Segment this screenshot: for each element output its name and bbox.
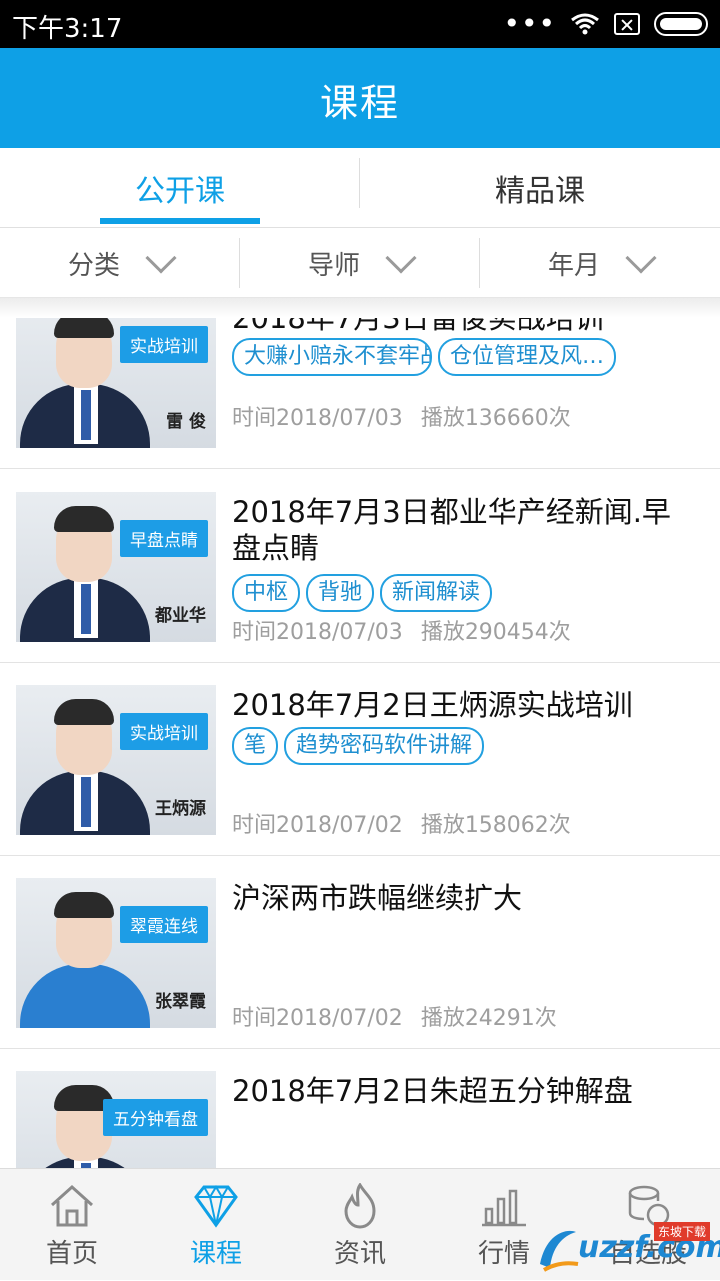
- course-tag[interactable]: 新闻解读: [380, 574, 493, 612]
- nav-label: 首页: [45, 1239, 98, 1269]
- course-tag[interactable]: 仓位管理及风…: [438, 338, 617, 376]
- course-thumbnail: 实战培训 王炳源: [16, 685, 216, 835]
- diamond-icon: [194, 1185, 238, 1228]
- mentor-name: 王炳源: [155, 799, 206, 819]
- filter-category[interactable]: 分类: [0, 228, 240, 298]
- mentor-name: 雷 俊: [166, 412, 206, 432]
- course-thumbnail: 五分钟看盘: [16, 1071, 216, 1168]
- course-tags: 大赚小赔永不套牢战法 仓位管理及风…: [232, 338, 617, 376]
- course-plays: 播放136660次: [420, 406, 571, 431]
- bar-chart-icon: [482, 1189, 526, 1227]
- no-sim-icon: [614, 13, 640, 35]
- tab-open-course[interactable]: 公开课: [0, 148, 360, 228]
- course-tag[interactable]: 背驰: [306, 574, 375, 612]
- course-tag[interactable]: 笔: [232, 727, 279, 765]
- filter-date-label: 年月: [547, 250, 600, 281]
- filter-shadow: [0, 298, 720, 318]
- battery-icon: [654, 12, 708, 36]
- course-meta: 时间2018/07/02 播放24291次: [232, 1000, 557, 1032]
- filter-bar: 分类 导师 年月: [0, 228, 720, 298]
- nav-news[interactable]: 资讯: [288, 1169, 432, 1281]
- course-tabs: 公开课 精品课: [0, 148, 720, 228]
- course-plays: 播放290454次: [420, 620, 571, 645]
- course-plays: 播放158062次: [420, 813, 571, 838]
- course-item[interactable]: 实战培训 王炳源 2018年7月2日王炳源实战培训 笔 趋势密码软件讲解 时间2…: [0, 663, 720, 856]
- course-item[interactable]: 早盘点睛 都业华 2018年7月3日都业华产经新闻.早盘点睛 中枢 背驰 新闻解…: [0, 470, 720, 663]
- course-tag[interactable]: 中枢: [232, 574, 301, 612]
- course-item[interactable]: 五分钟看盘 2018年7月2日朱超五分钟解盘: [0, 1049, 720, 1168]
- filter-category-label: 分类: [67, 250, 120, 281]
- chevron-down-icon: [625, 242, 657, 274]
- more-dots-icon: •••: [503, 7, 556, 40]
- course-title: 2018年7月2日朱超五分钟解盘: [232, 1074, 633, 1108]
- thumbnail-badge: 早盘点睛: [120, 520, 208, 557]
- nav-label: 资讯: [333, 1239, 386, 1269]
- course-time: 时间2018/07/02: [232, 1006, 403, 1031]
- course-thumbnail: 实战培训 雷 俊: [16, 318, 216, 448]
- course-meta: 时间2018/07/03 播放136660次: [232, 400, 571, 432]
- wifi-icon: [571, 13, 599, 35]
- mentor-name: 都业华: [155, 606, 206, 626]
- status-bar: 下午3:17 •••: [0, 0, 720, 48]
- status-time: 下午3:17: [12, 14, 123, 44]
- page-title: 课程: [319, 81, 400, 125]
- filter-date[interactable]: 年月: [480, 228, 720, 298]
- status-icons: •••: [503, 10, 708, 38]
- course-tags: 笔 趋势密码软件讲解: [232, 727, 485, 765]
- nav-home[interactable]: 首页: [0, 1169, 144, 1281]
- course-list[interactable]: 实战培训 雷 俊 2018年7月3日雷俊实战培训 大赚小赔永不套牢战法 仓位管理…: [0, 318, 720, 1168]
- fire-icon: [344, 1183, 376, 1229]
- tab-premium-course[interactable]: 精品课: [360, 148, 720, 228]
- course-title: 沪深两市跌幅继续扩大: [232, 881, 523, 915]
- chevron-down-icon: [385, 242, 417, 274]
- course-time: 时间2018/07/02: [232, 813, 403, 838]
- course-title: 2018年7月2日王炳源实战培训: [232, 688, 633, 722]
- home-icon: [50, 1184, 94, 1227]
- thumbnail-badge: 五分钟看盘: [103, 1099, 208, 1136]
- nav-courses[interactable]: 课程: [144, 1169, 288, 1281]
- nav-label: 课程: [189, 1239, 242, 1269]
- mentor-name: 张翠霞: [155, 992, 206, 1012]
- course-item[interactable]: 实战培训 雷 俊 2018年7月3日雷俊实战培训 大赚小赔永不套牢战法 仓位管理…: [0, 318, 720, 469]
- course-time: 时间2018/07/03: [232, 406, 403, 431]
- tab-active-indicator: [100, 218, 260, 224]
- tab-divider: [359, 158, 360, 208]
- course-meta: 时间2018/07/03 播放290454次: [232, 614, 571, 646]
- filter-mentor-label: 导师: [307, 250, 360, 281]
- course-item[interactable]: 翠霞连线 张翠霞 沪深两市跌幅继续扩大 时间2018/07/02 播放24291…: [0, 856, 720, 1049]
- chevron-down-icon: [145, 242, 177, 274]
- course-tags: 中枢 背驰 新闻解读: [232, 574, 493, 612]
- course-tag[interactable]: 趋势密码软件讲解: [284, 727, 485, 765]
- thumbnail-badge: 实战培训: [120, 713, 208, 750]
- filter-mentor[interactable]: 导师: [240, 228, 480, 298]
- course-meta: 时间2018/07/02 播放158062次: [232, 807, 571, 839]
- course-tag[interactable]: 大赚小赔永不套牢战法: [232, 338, 432, 376]
- title-bar: 课程: [0, 48, 720, 148]
- course-title: 2018年7月3日都业华产经新闻.早盘点睛: [232, 495, 671, 565]
- thumbnail-badge: 翠霞连线: [120, 906, 208, 943]
- course-time: 时间2018/07/03: [232, 620, 403, 645]
- course-title: 2018年7月3日雷俊实战培训: [232, 318, 604, 335]
- watermark-swirl-icon: [540, 1230, 579, 1272]
- course-thumbnail: 翠霞连线 张翠霞: [16, 878, 216, 1028]
- watermark-logo: uzzf.com 东坡下载: [536, 1222, 720, 1276]
- course-plays: 播放24291次: [420, 1006, 557, 1031]
- course-thumbnail: 早盘点睛 都业华: [16, 492, 216, 642]
- thumbnail-badge: 实战培训: [120, 326, 208, 363]
- watermark-tag: 东坡下载: [654, 1222, 711, 1241]
